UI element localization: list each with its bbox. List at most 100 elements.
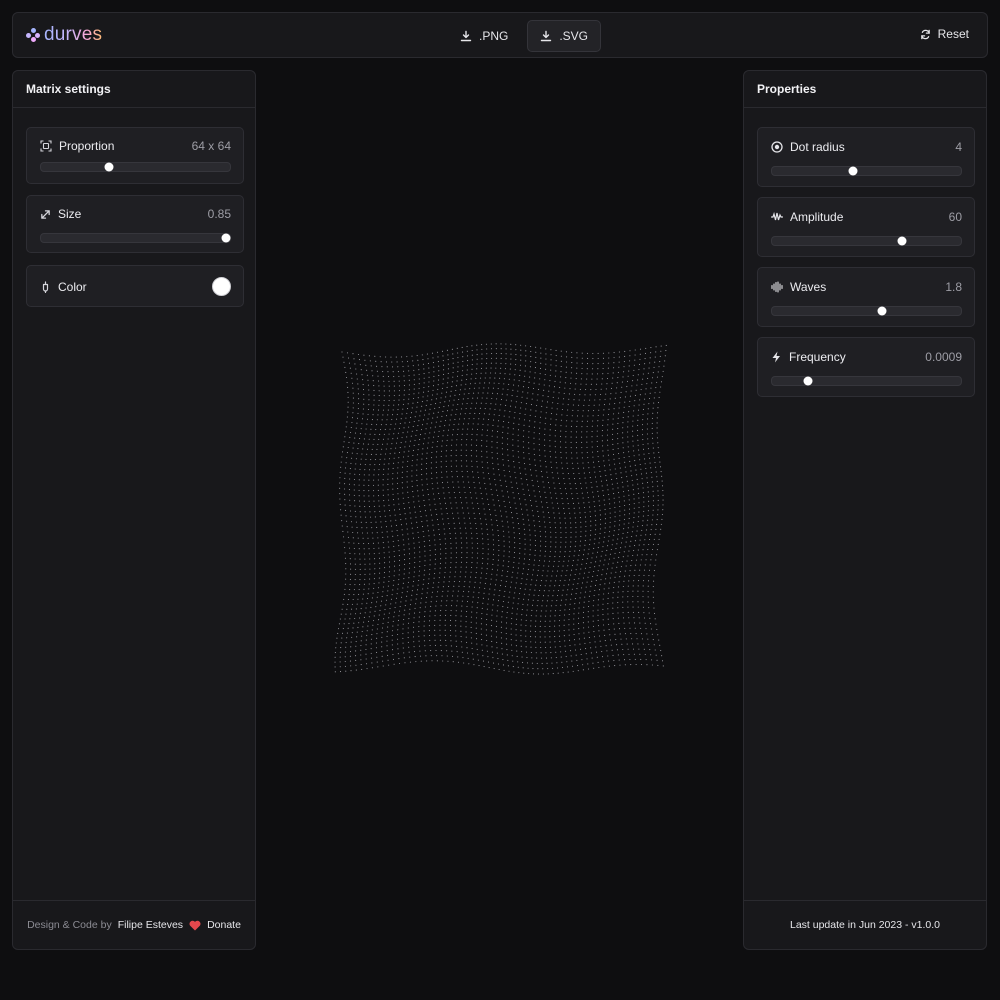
app-logo[interactable]: durves bbox=[26, 24, 102, 46]
author-link[interactable]: Filipe Esteves bbox=[118, 919, 183, 931]
matrix-dot bbox=[521, 513, 523, 515]
matrix-dot bbox=[472, 658, 474, 660]
matrix-dot bbox=[641, 424, 644, 426]
dot-radius-slider[interactable] bbox=[771, 166, 962, 176]
proportion-slider-thumb[interactable] bbox=[104, 162, 114, 172]
matrix-dot bbox=[617, 448, 619, 450]
matrix-dot bbox=[501, 653, 503, 655]
matrix-dot bbox=[360, 369, 362, 371]
matrix-dot bbox=[450, 460, 452, 462]
matrix-dot bbox=[587, 668, 590, 670]
matrix-dot bbox=[539, 555, 541, 557]
matrix-dot bbox=[642, 492, 645, 494]
matrix-dot bbox=[622, 601, 624, 603]
proportion-slider[interactable] bbox=[40, 162, 231, 172]
matrix-dot bbox=[462, 590, 465, 592]
size-slider-thumb[interactable] bbox=[221, 233, 231, 243]
matrix-dot bbox=[368, 548, 370, 550]
reset-button[interactable]: Reset bbox=[920, 27, 969, 41]
matrix-dot bbox=[607, 489, 609, 491]
matrix-dot bbox=[381, 651, 383, 653]
matrix-dot bbox=[633, 653, 635, 655]
size-slider[interactable] bbox=[40, 233, 231, 243]
matrix-dot bbox=[426, 423, 428, 425]
matrix-dot bbox=[389, 608, 391, 610]
frequency-slider-thumb[interactable] bbox=[803, 376, 813, 386]
matrix-dot bbox=[359, 364, 361, 366]
matrix-dot bbox=[515, 364, 517, 366]
matrix-dot bbox=[393, 457, 395, 459]
donate-link[interactable]: Donate bbox=[207, 919, 241, 931]
matrix-dot bbox=[479, 487, 481, 489]
matrix-dot bbox=[607, 603, 609, 605]
matrix-dot bbox=[652, 442, 654, 444]
matrix-dot bbox=[558, 560, 560, 562]
matrix-dot bbox=[491, 646, 493, 648]
matrix-dot bbox=[430, 457, 433, 459]
matrix-dot bbox=[534, 636, 536, 638]
matrix-dot bbox=[396, 413, 398, 415]
matrix-dot bbox=[495, 579, 497, 581]
matrix-dot bbox=[392, 478, 394, 480]
matrix-dot bbox=[646, 524, 648, 526]
matrix-dot bbox=[376, 448, 378, 450]
matrix-dot bbox=[462, 476, 464, 478]
matrix-dot bbox=[502, 606, 504, 608]
matrix-dot bbox=[360, 428, 362, 430]
matrix-dot bbox=[638, 611, 640, 613]
matrix-dot bbox=[352, 537, 354, 539]
matrix-dot bbox=[625, 471, 627, 473]
matrix-dot bbox=[637, 419, 639, 421]
matrix-dot bbox=[452, 362, 454, 364]
matrix-dot bbox=[542, 570, 544, 572]
matrix-dot bbox=[452, 661, 454, 663]
matrix-dot bbox=[470, 621, 472, 623]
matrix-dot bbox=[624, 509, 626, 511]
matrix-dot bbox=[589, 590, 591, 592]
matrix-dot bbox=[345, 568, 347, 570]
matrix-dot bbox=[339, 661, 341, 663]
matrix-dot bbox=[550, 580, 552, 582]
matrix-dot bbox=[432, 361, 434, 364]
matrix-dot bbox=[590, 383, 592, 385]
matrix-dot bbox=[438, 430, 440, 432]
matrix-dot bbox=[546, 501, 548, 504]
matrix-dot bbox=[546, 605, 548, 607]
waves-slider[interactable] bbox=[771, 306, 962, 316]
matrix-dot bbox=[485, 488, 487, 490]
matrix-dot bbox=[628, 575, 630, 577]
download-png-button[interactable]: .PNG bbox=[447, 20, 521, 52]
matrix-dot bbox=[480, 402, 482, 404]
matrix-dot bbox=[515, 349, 517, 351]
matrix-dot bbox=[480, 577, 482, 579]
amplitude-slider[interactable] bbox=[771, 236, 962, 246]
matrix-dot bbox=[586, 352, 589, 354]
download-svg-button[interactable]: .SVG bbox=[527, 20, 602, 52]
matrix-dot bbox=[481, 397, 483, 399]
dot-radius-slider-thumb[interactable] bbox=[848, 166, 858, 176]
color-swatch[interactable] bbox=[212, 277, 231, 296]
matrix-dot bbox=[399, 423, 401, 425]
matrix-dot bbox=[379, 567, 381, 569]
frequency-slider[interactable] bbox=[771, 376, 962, 386]
matrix-dot bbox=[513, 384, 515, 386]
matrix-dot bbox=[652, 490, 654, 492]
matrix-dot bbox=[592, 363, 594, 365]
matrix-dot bbox=[345, 670, 347, 672]
amplitude-slider-thumb[interactable] bbox=[897, 236, 907, 246]
matrix-dot bbox=[393, 390, 395, 392]
matrix-dot bbox=[570, 536, 572, 538]
matrix-dot bbox=[555, 456, 557, 458]
matrix-dot bbox=[637, 429, 639, 431]
matrix-dot bbox=[482, 392, 484, 394]
matrix-dot bbox=[633, 455, 635, 457]
waves-slider-thumb[interactable] bbox=[877, 306, 887, 316]
matrix-dot bbox=[540, 652, 542, 654]
matrix-dot bbox=[461, 646, 463, 648]
properties-panel: Properties Dot radius 4 Amplitude 60 Wav… bbox=[743, 70, 987, 950]
matrix-dot bbox=[508, 670, 510, 672]
matrix-dot bbox=[633, 580, 635, 582]
matrix-dot bbox=[526, 509, 528, 511]
matrix-dot bbox=[366, 453, 368, 455]
matrix-dot bbox=[409, 604, 412, 606]
